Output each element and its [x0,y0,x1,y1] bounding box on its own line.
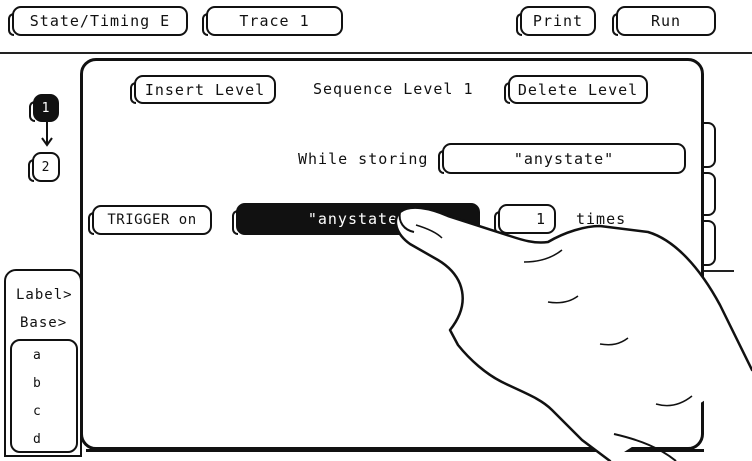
pointing-hand-illustration [394,206,752,461]
